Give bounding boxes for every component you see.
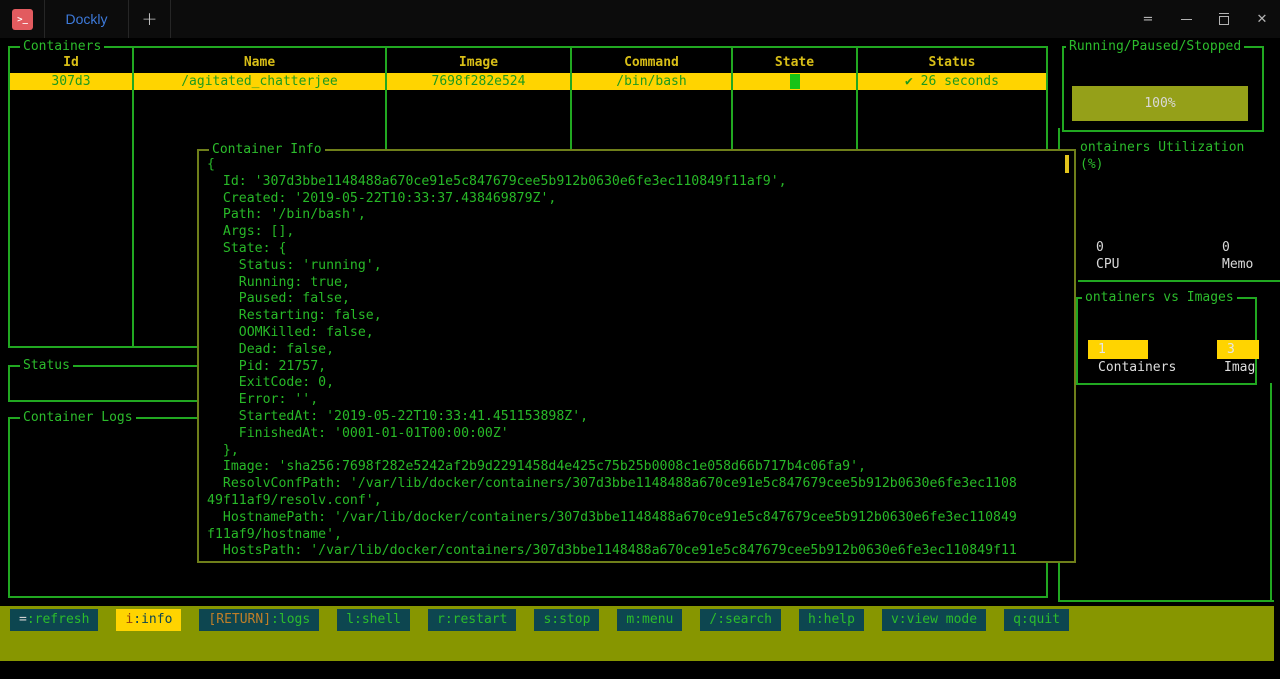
- containers-count-bar: 1: [1088, 340, 1148, 359]
- cpu-label: CPU: [1096, 257, 1119, 272]
- terminal-app-icon: >_: [12, 9, 33, 30]
- memory-label: Memo: [1222, 257, 1253, 272]
- menu-label: :view mode: [899, 612, 977, 627]
- menu-item-menu[interactable]: m:menu: [617, 609, 682, 631]
- menu-label: :quit: [1021, 612, 1060, 627]
- container-info-panel-title: Container Info: [209, 142, 325, 157]
- container-info-panel: Container Info { Id: '307d3bbe1148488a67…: [197, 149, 1076, 563]
- container-logs-panel-title: Container Logs: [20, 410, 136, 425]
- maximize-button[interactable]: [1209, 8, 1239, 30]
- menu-label: :stop: [551, 612, 590, 627]
- containers-vs-images-panel: ontainers vs Images 1 3 Containers Imag: [1076, 297, 1257, 385]
- right-frame-right-border: [1270, 383, 1272, 602]
- container-info-json: { Id: '307d3bbe1148488a670ce91e5c847679c…: [207, 157, 1017, 560]
- info-scrollbar[interactable]: [1065, 155, 1069, 173]
- menu-key: =: [19, 612, 27, 627]
- column-header-command: Command: [572, 55, 731, 71]
- column-header-image: Image: [387, 55, 570, 71]
- cell-container-name: /agitated_chatterjee: [134, 73, 385, 90]
- containers-vs-images-title: ontainers vs Images: [1082, 290, 1237, 305]
- menu-key: v: [891, 612, 899, 627]
- column-header-state: State: [733, 55, 856, 71]
- minimize-icon: [1181, 19, 1192, 20]
- memory-value: 0: [1222, 240, 1230, 255]
- menu-key: h: [808, 612, 816, 627]
- maximize-icon: [1219, 16, 1229, 25]
- column-header-status: Status: [858, 55, 1046, 71]
- close-button[interactable]: ✕: [1247, 8, 1277, 30]
- right-frame-bottom-border: [1058, 600, 1274, 602]
- running-state-indicator: [790, 74, 800, 89]
- column-divider: [132, 48, 134, 346]
- status-panel-title: Status: [20, 358, 73, 373]
- menu-item-refresh[interactable]: =:refresh: [10, 609, 98, 631]
- images-bar-label: Imag: [1224, 360, 1255, 375]
- menu-item-view-mode[interactable]: v:view mode: [882, 609, 986, 631]
- menu-item-stop[interactable]: s:stop: [534, 609, 599, 631]
- cell-container-id: 307d3: [10, 73, 132, 90]
- column-header-name: Name: [134, 55, 385, 71]
- menu-item-logs[interactable]: [RETURN]:logs: [199, 609, 319, 631]
- menu-item-restart[interactable]: r:restart: [428, 609, 516, 631]
- cell-container-command: /bin/bash: [572, 73, 731, 90]
- cell-container-status: ✔ 26 seconds: [858, 73, 1046, 90]
- menu-item-info[interactable]: i:info: [116, 609, 181, 631]
- window-titlebar: >_ Dockly + = ✕: [0, 0, 1280, 38]
- images-count-bar: 3: [1217, 340, 1259, 359]
- running-gauge-bar: 100%: [1072, 86, 1248, 121]
- menu-label: :refresh: [27, 612, 90, 627]
- column-header-id: Id: [10, 55, 132, 71]
- terminal-prompt-glyph: >_: [17, 15, 28, 25]
- window-menu-button[interactable]: =: [1133, 8, 1163, 30]
- menu-key: r: [437, 612, 445, 627]
- running-paused-stopped-panel: Running/Paused/Stopped 100%: [1062, 46, 1264, 132]
- tab-separator: [170, 0, 171, 38]
- menu-label: :shell: [354, 612, 401, 627]
- menu-key: l: [346, 612, 354, 627]
- dockly-terminal-screen: >_ Dockly + = ✕ Containers Id Name Image…: [0, 0, 1280, 679]
- gauge-panel-title: Running/Paused/Stopped: [1066, 39, 1244, 54]
- menu-bar: =:refresh i:info [RETURN]:logs l:shell r…: [0, 606, 1274, 661]
- menu-item-search[interactable]: /:search: [700, 609, 781, 631]
- tab-dockly[interactable]: Dockly: [45, 0, 128, 38]
- cell-container-image: 7698f282e524: [387, 73, 570, 90]
- menu-label: :info: [133, 612, 172, 627]
- utilization-bottom-border: [1078, 280, 1280, 282]
- tab-title: Dockly: [65, 11, 107, 27]
- menu-items-row: =:refresh i:info [RETURN]:logs l:shell r…: [10, 609, 1069, 631]
- menu-item-quit[interactable]: q:quit: [1004, 609, 1069, 631]
- menu-item-help[interactable]: h:help: [799, 609, 864, 631]
- minimize-button[interactable]: [1171, 8, 1201, 30]
- utilization-title-line2: (%): [1080, 156, 1276, 173]
- menu-label: :logs: [271, 612, 310, 627]
- menu-key: [RETURN]: [208, 612, 271, 627]
- containers-panel-title: Containers: [20, 39, 104, 54]
- menu-key: q: [1013, 612, 1021, 627]
- utilization-title-line1: ontainers Utilization: [1080, 139, 1276, 156]
- menu-label: :menu: [634, 612, 673, 627]
- new-tab-button[interactable]: +: [129, 0, 170, 38]
- menu-label: :search: [717, 612, 772, 627]
- menu-label: :restart: [445, 612, 508, 627]
- cell-container-state: [733, 73, 856, 90]
- containers-bar-label: Containers: [1098, 360, 1176, 375]
- menu-label: :help: [816, 612, 855, 627]
- utilization-panel-title: ontainers Utilization (%): [1080, 139, 1276, 173]
- cpu-value: 0: [1096, 240, 1104, 255]
- menu-item-shell[interactable]: l:shell: [337, 609, 410, 631]
